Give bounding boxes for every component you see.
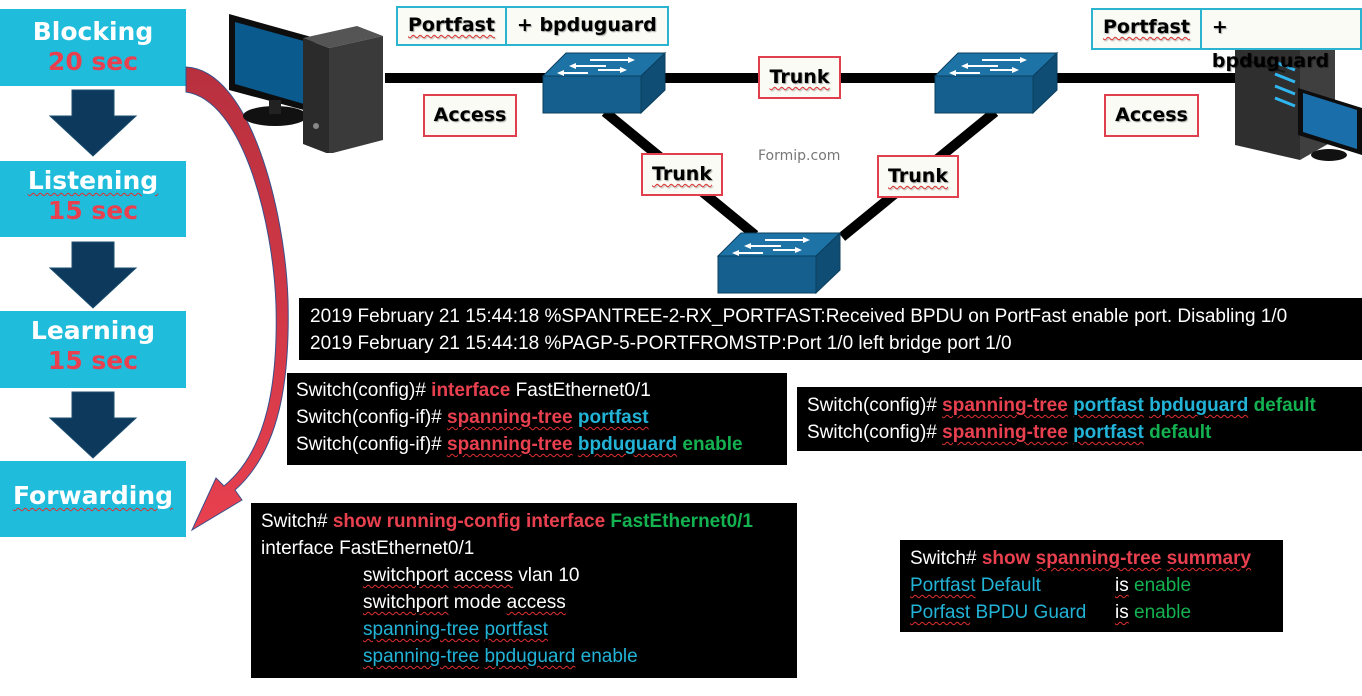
cli-line: Switch# show spanning-tree summary [910,548,1252,569]
syslog-box: 2019 February 21 15:44:18 %SPANTREE-2-RX… [299,298,1362,360]
cli-line: Porfast BPDU Guard is enable [910,602,1192,623]
log-line: 2019 February 21 15:44:18 %PAGP-5-PORTFR… [310,333,1012,354]
bpduguard-label: + bpduguard [504,8,667,44]
running-config-box: Switch# show running-config interface Fa… [251,503,797,678]
pc-icon [229,14,383,153]
down-arrow-icon [48,391,138,459]
stage-time: 15 sec [47,346,139,375]
watermark: Formip.com [758,148,841,164]
cli-line: switchport access vlan 10 [363,565,580,586]
cli-line: spanning-tree bpduguard enable [363,646,638,667]
cli-line: Switch(config-if)# spanning-tree portfas… [296,407,649,428]
cli-line: Switch# show running-config interface Fa… [261,511,753,532]
portfast-label: Portfast [1103,16,1190,38]
cli-line: switchport mode access [363,592,566,613]
bpduguard-label: + bpduguard [1199,10,1360,72]
cli-line: Switch(config-if)# spanning-tree bpdugua… [296,434,743,455]
left-port-features: Portfast + bpduguard [396,6,669,46]
log-line: 2019 February 21 15:44:18 %SPANTREE-2-RX… [310,306,1288,327]
stage-name: Forwarding [12,481,174,510]
right-trunk-tag: Trunk [877,155,959,198]
stage-forwarding: Forwarding [0,461,186,537]
cli-line: Portfast Default is enable [910,575,1192,596]
left-access-tag: Access [423,94,517,137]
cli-line: interface FastEthernet0/1 [261,538,475,559]
right-port-features: Portfast + bpduguard [1091,8,1362,72]
stp-summary-box: Switch# show spanning-tree summary Portf… [900,540,1283,632]
cli-line: Switch(config)# spanning-tree portfast b… [807,395,1316,416]
switch-right-icon [933,51,1059,115]
switch-bottom-icon [716,231,842,295]
left-trunk-tag: Trunk [641,153,723,196]
cli-line: spanning-tree portfast [363,619,548,640]
right-access-tag: Access [1104,94,1199,137]
cli-line: Switch(config)# interface FastEthernet0/… [296,380,651,401]
portfast-label: Portfast [408,14,495,36]
cli-line: Switch(config)# spanning-tree portfast d… [807,422,1212,443]
switch-left-icon [541,51,667,115]
stage-learning: Learning 15 sec [0,311,186,388]
stage-name: Learning [30,316,156,345]
global-config-box: Switch(config)# spanning-tree portfast b… [797,387,1362,451]
top-trunk-tag: Trunk [758,56,841,99]
interface-config-box: Switch(config)# interface FastEthernet0/… [287,373,787,465]
